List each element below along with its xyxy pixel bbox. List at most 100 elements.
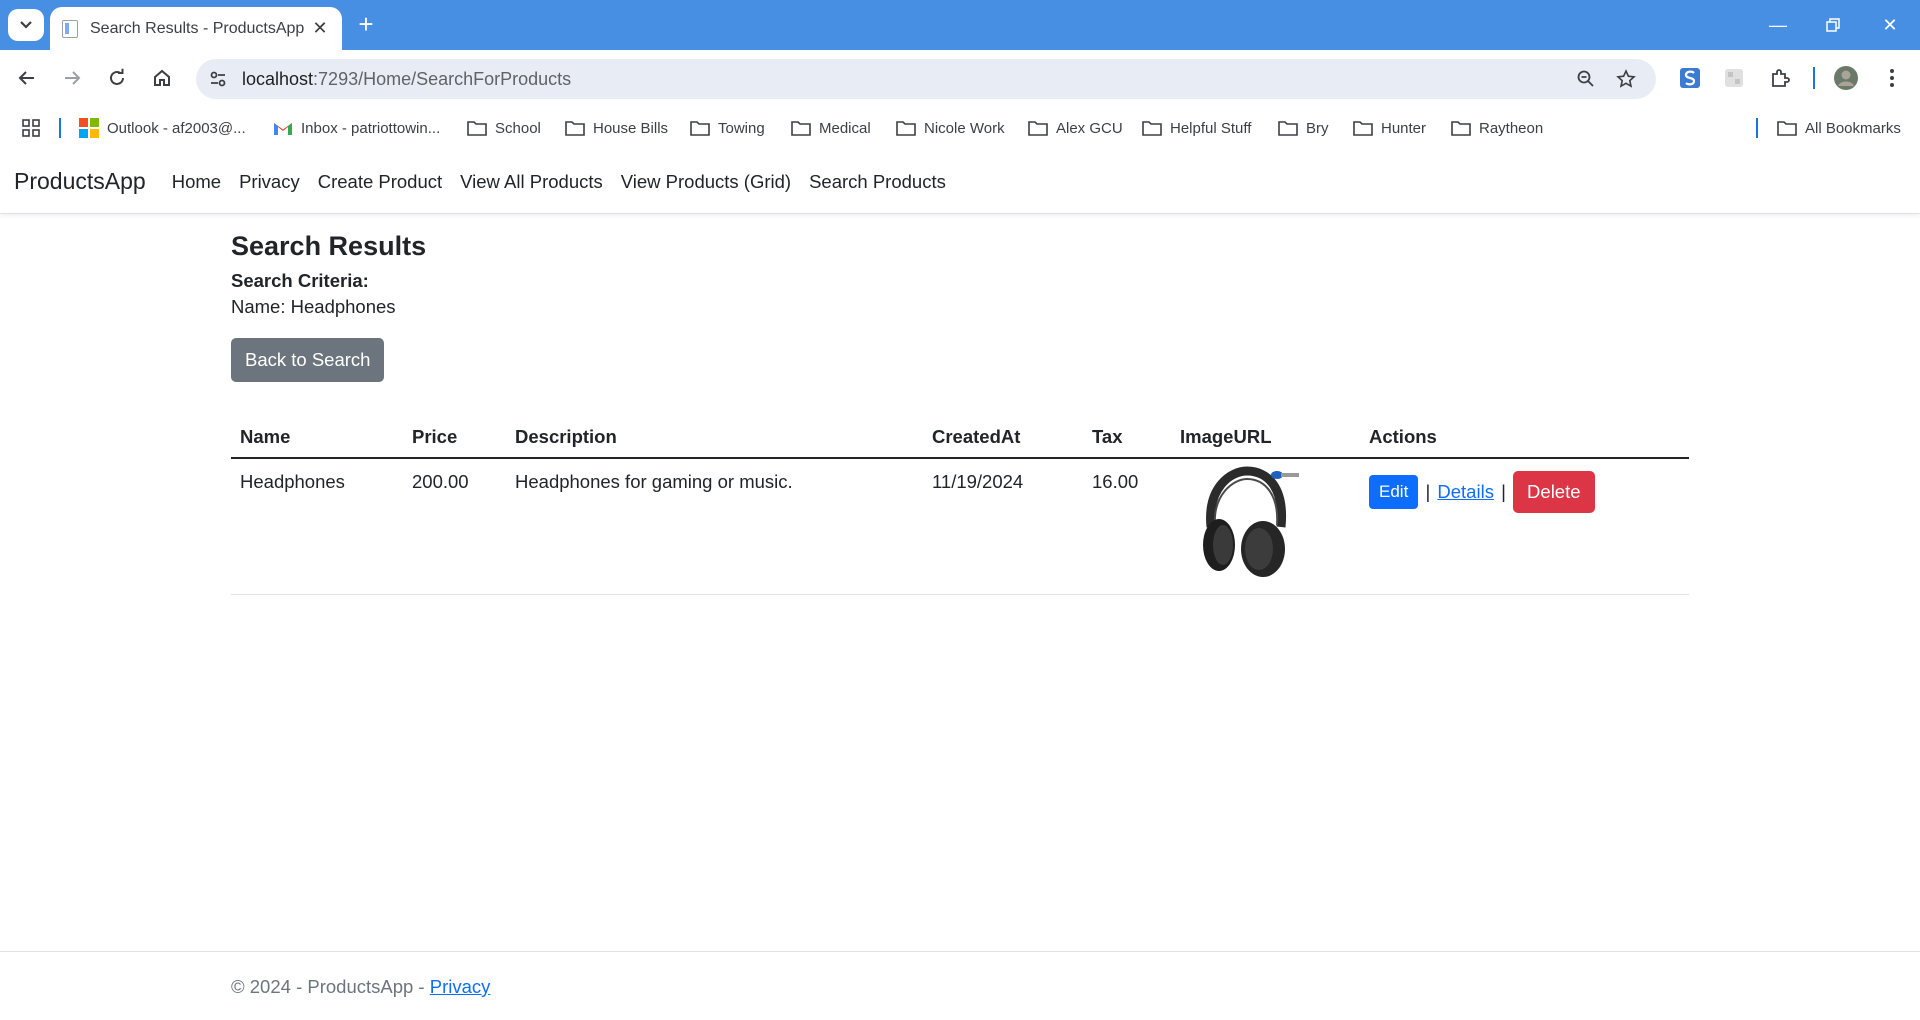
all-bookmarks-folder[interactable]: All Bookmarks bbox=[1777, 116, 1901, 140]
extension-grid-icon[interactable] bbox=[1718, 62, 1750, 94]
bookmark-label: School bbox=[495, 119, 541, 137]
bookmark-star-icon[interactable] bbox=[1614, 67, 1638, 91]
extensions-puzzle-icon[interactable] bbox=[1764, 62, 1796, 94]
bookmark-folder-school[interactable]: School bbox=[467, 116, 541, 140]
cell-actions: Edit | Details | Delete bbox=[1360, 458, 1689, 595]
column-header-name: Name bbox=[231, 413, 403, 459]
action-separator: | bbox=[1425, 481, 1431, 502]
bookmark-folder-helpful-stuff[interactable]: Helpful Stuff bbox=[1142, 116, 1251, 140]
delete-button[interactable]: Delete bbox=[1513, 471, 1595, 513]
edit-button[interactable]: Edit bbox=[1369, 475, 1419, 509]
bookmark-folder-nicole-work[interactable]: Nicole Work bbox=[896, 116, 1005, 140]
back-to-search-button[interactable]: Back to Search bbox=[231, 338, 385, 383]
search-criteria-value: Name: Headphones bbox=[231, 296, 396, 318]
url-host: localhost bbox=[242, 69, 314, 89]
bookmark-label: Inbox - patriottowin... bbox=[301, 119, 441, 137]
main-content: Search Results Search Criteria: Name: He… bbox=[231, 230, 1689, 595]
bookmark-folder-hunter[interactable]: Hunter bbox=[1353, 116, 1426, 140]
bookmark-folder-medical[interactable]: Medical bbox=[791, 116, 871, 140]
address-bar[interactable]: localhost:7293/Home/SearchForProducts bbox=[196, 59, 1656, 99]
browser-toolbar: localhost:7293/Home/SearchForProducts bbox=[0, 50, 1920, 107]
table-header-row: Name Price Description CreatedAt Tax Ima… bbox=[231, 413, 1689, 459]
browser-menu-icon[interactable] bbox=[1876, 62, 1908, 94]
footer-copyright: © 2024 - ProductsApp - bbox=[231, 976, 430, 997]
folder-icon bbox=[896, 120, 916, 136]
bookmark-label: House Bills bbox=[593, 119, 669, 137]
bookmark-label: Medical bbox=[819, 119, 871, 137]
outlook-icon bbox=[79, 118, 99, 138]
nav-search-products[interactable]: Search Products bbox=[809, 171, 946, 193]
folder-icon bbox=[690, 120, 710, 136]
details-link[interactable]: Details bbox=[1437, 481, 1494, 502]
back-arrow-icon[interactable] bbox=[11, 62, 43, 94]
apps-grid-icon[interactable] bbox=[22, 116, 40, 140]
search-criteria-label: Search Criteria: bbox=[231, 270, 369, 292]
headphones-image bbox=[1203, 466, 1299, 577]
column-header-imageurl: ImageURL bbox=[1171, 413, 1360, 459]
folder-icon bbox=[467, 120, 487, 136]
folder-icon bbox=[1142, 120, 1162, 136]
forward-arrow-icon[interactable] bbox=[56, 62, 88, 94]
url-text: localhost:7293/Home/SearchForProducts bbox=[242, 69, 571, 90]
reload-icon[interactable] bbox=[101, 62, 133, 94]
column-header-tax: Tax bbox=[1083, 413, 1171, 459]
minimize-icon[interactable]: — bbox=[1758, 10, 1798, 40]
column-header-description: Description bbox=[506, 413, 923, 459]
folder-icon bbox=[1777, 120, 1797, 136]
column-header-createdat: CreatedAt bbox=[923, 413, 1083, 459]
bookmark-outlook[interactable]: Outlook - af2003@... bbox=[79, 116, 246, 140]
footer-text: © 2024 - ProductsApp - Privacy bbox=[231, 976, 490, 998]
app-brand[interactable]: ProductsApp bbox=[14, 168, 146, 195]
cell-created-at: 11/19/2024 bbox=[923, 458, 1083, 595]
new-tab-button[interactable]: + bbox=[352, 11, 380, 39]
cell-name: Headphones bbox=[231, 458, 403, 595]
url-path: :7293/Home/SearchForProducts bbox=[313, 69, 572, 89]
nav-create-product[interactable]: Create Product bbox=[318, 171, 442, 193]
cell-tax: 16.00 bbox=[1083, 458, 1171, 595]
profile-avatar-icon[interactable] bbox=[1830, 62, 1862, 94]
footer-privacy-link[interactable]: Privacy bbox=[430, 976, 491, 997]
folder-icon bbox=[1353, 120, 1373, 136]
chevron-down-icon bbox=[20, 21, 32, 29]
bookmark-label: Hunter bbox=[1381, 119, 1427, 137]
folder-icon bbox=[1278, 120, 1298, 136]
folder-icon bbox=[791, 120, 811, 136]
tab-title: Search Results - ProductsApp bbox=[90, 19, 305, 37]
browser-tab-active[interactable]: Search Results - ProductsApp ✕ bbox=[50, 7, 342, 50]
bookmark-folder-bry[interactable]: Bry bbox=[1278, 116, 1329, 140]
page-title: Search Results bbox=[231, 231, 427, 261]
bookmark-folder-towing[interactable]: Towing bbox=[690, 116, 765, 140]
nav-privacy[interactable]: Privacy bbox=[239, 171, 300, 193]
nav-view-all-products[interactable]: View All Products bbox=[460, 171, 603, 193]
bookmark-label: Alex GCU bbox=[1056, 119, 1123, 137]
web-page: ProductsApp Home Privacy Create Product … bbox=[0, 150, 1920, 1020]
toolbar-separator bbox=[1813, 67, 1815, 89]
bookmark-folder-alex-gcu[interactable]: Alex GCU bbox=[1028, 116, 1123, 140]
cell-price: 200.00 bbox=[403, 458, 506, 595]
nav-home[interactable]: Home bbox=[172, 171, 221, 193]
gmail-icon bbox=[273, 120, 293, 136]
table-row: Headphones 200.00 Headphones for gaming … bbox=[231, 458, 1689, 595]
restore-icon[interactable] bbox=[1813, 10, 1853, 40]
extension-s-icon[interactable] bbox=[1674, 62, 1706, 94]
bookmark-label: Outlook - af2003@... bbox=[107, 119, 246, 137]
site-info-icon[interactable] bbox=[206, 67, 230, 91]
tab-search-button[interactable] bbox=[8, 9, 44, 41]
nav-view-products-grid[interactable]: View Products (Grid) bbox=[621, 171, 791, 193]
bookmark-folder-house-bills[interactable]: House Bills bbox=[565, 116, 668, 140]
results-table: Name Price Description CreatedAt Tax Ima… bbox=[231, 413, 1689, 595]
action-separator: | bbox=[1501, 481, 1506, 502]
bookmark-folder-raytheon[interactable]: Raytheon bbox=[1451, 116, 1543, 140]
column-header-price: Price bbox=[403, 413, 506, 459]
bookmark-label: Raytheon bbox=[1479, 119, 1544, 137]
page-favicon-icon bbox=[62, 19, 78, 38]
home-icon[interactable] bbox=[146, 62, 178, 94]
bookmark-gmail[interactable]: Inbox - patriottowin... bbox=[273, 116, 440, 140]
folder-icon bbox=[1028, 120, 1048, 136]
cell-image bbox=[1171, 458, 1360, 595]
zoom-icon[interactable] bbox=[1574, 67, 1598, 91]
tab-close-icon[interactable]: ✕ bbox=[310, 18, 330, 39]
cell-description: Headphones for gaming or music. bbox=[506, 458, 923, 595]
close-window-icon[interactable]: ✕ bbox=[1870, 10, 1910, 40]
column-header-actions: Actions bbox=[1360, 413, 1689, 459]
